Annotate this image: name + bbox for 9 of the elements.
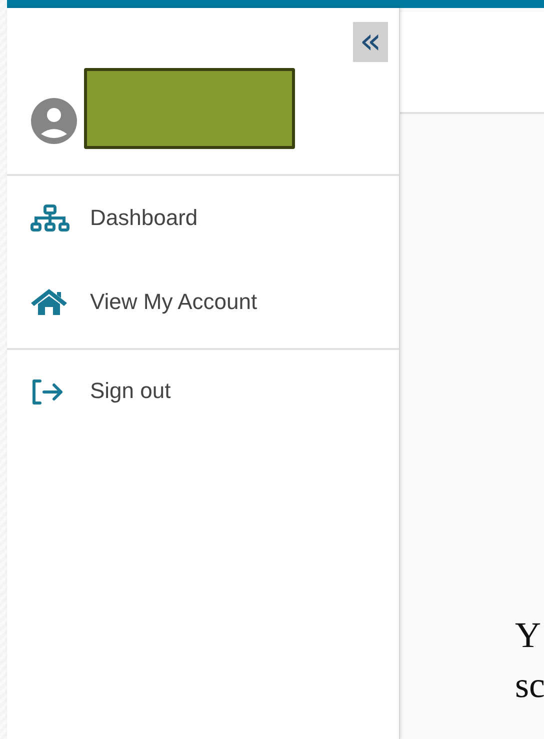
- sitemap-icon: [30, 204, 70, 232]
- body-text: Y: [515, 614, 542, 657]
- menu-item[interactable]: View My Account: [7, 260, 399, 344]
- user-avatar-icon: [31, 98, 77, 144]
- collapse-button[interactable]: «: [353, 22, 388, 62]
- house-icon: [30, 288, 70, 316]
- body-text: sc: [515, 664, 544, 707]
- menu-item[interactable]: Dashboard: [7, 176, 399, 260]
- sign-out-link[interactable]: Sign out: [7, 350, 399, 434]
